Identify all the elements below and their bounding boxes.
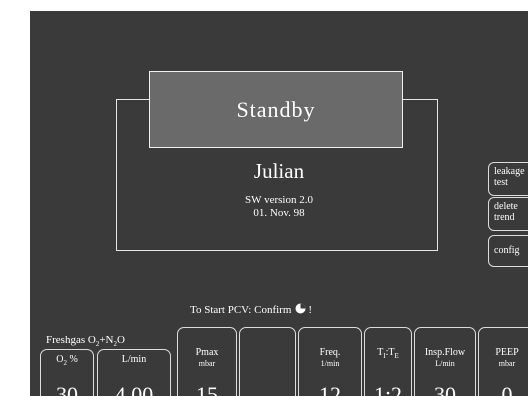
- pmax-setting[interactable]: Pmax mbar 15: [177, 327, 237, 396]
- confirm-prompt: To Start PCV: Confirm!: [190, 303, 312, 317]
- insp-flow-setting[interactable]: Insp.Flow L/min 30: [414, 327, 476, 396]
- peep-label: PEEP: [495, 347, 519, 358]
- flow-unit-label: L/min: [121, 354, 147, 365]
- o2-value: 30: [56, 382, 78, 396]
- freshgas-flow-field[interactable]: L/min 4.00: [97, 349, 171, 396]
- frequency-unit: 1/min: [320, 359, 340, 368]
- insp-flow-unit: L/min: [435, 359, 455, 368]
- software-date: 01. Nov. 98: [253, 207, 305, 219]
- standby-status-box: Standby: [149, 71, 403, 148]
- ventilator-screen: Standby Julian SW version 2.0 01. Nov. 9…: [30, 11, 528, 396]
- standby-label: Standby: [236, 96, 316, 122]
- empty-setting[interactable]: [239, 327, 296, 396]
- leakage-test-label-line1: leakage: [494, 166, 525, 177]
- frequency-value: 12: [319, 382, 341, 396]
- peep-setting[interactable]: PEEP mbar 0: [478, 327, 528, 396]
- peep-value: 0: [501, 382, 513, 396]
- ie-ratio-value: 1:2: [373, 382, 403, 396]
- peep-unit: mbar: [498, 359, 516, 368]
- software-version: SW version 2.0: [245, 194, 313, 206]
- pmax-value: 15: [196, 382, 218, 396]
- frequency-setting[interactable]: Freq. 1/min 12: [298, 327, 362, 396]
- pmax-label: Pmax: [195, 347, 219, 358]
- leakage-test-label-line2: test: [494, 177, 508, 188]
- flow-value: 4.00: [114, 382, 154, 396]
- delete-trend-button[interactable]: delete trend: [488, 197, 528, 231]
- confirm-prompt-text: To Start PCV: Confirm: [190, 304, 292, 316]
- insp-flow-value: 30: [434, 382, 456, 396]
- delete-trend-label-line1: delete: [494, 201, 518, 212]
- config-button[interactable]: config: [488, 235, 528, 267]
- ie-ratio-setting[interactable]: TI:TE 1:2: [364, 327, 412, 396]
- freshgas-label: Freshgas O2+N2O: [46, 334, 125, 349]
- frequency-label: Freq.: [319, 347, 341, 358]
- confirm-prompt-exclamation: !: [308, 304, 313, 316]
- config-label: config: [494, 245, 520, 256]
- rotary-knob-icon: [295, 303, 306, 317]
- insp-flow-label: Insp.Flow: [424, 347, 466, 358]
- freshgas-o2-field[interactable]: O2 % 30: [40, 349, 94, 396]
- leakage-test-button[interactable]: leakage test: [488, 162, 528, 196]
- ie-ratio-label: TI:TE: [377, 347, 399, 360]
- o2-label: O2 %: [56, 354, 78, 367]
- device-name: Julian: [253, 159, 305, 183]
- delete-trend-label-line2: trend: [494, 212, 515, 223]
- pmax-unit: mbar: [198, 359, 216, 368]
